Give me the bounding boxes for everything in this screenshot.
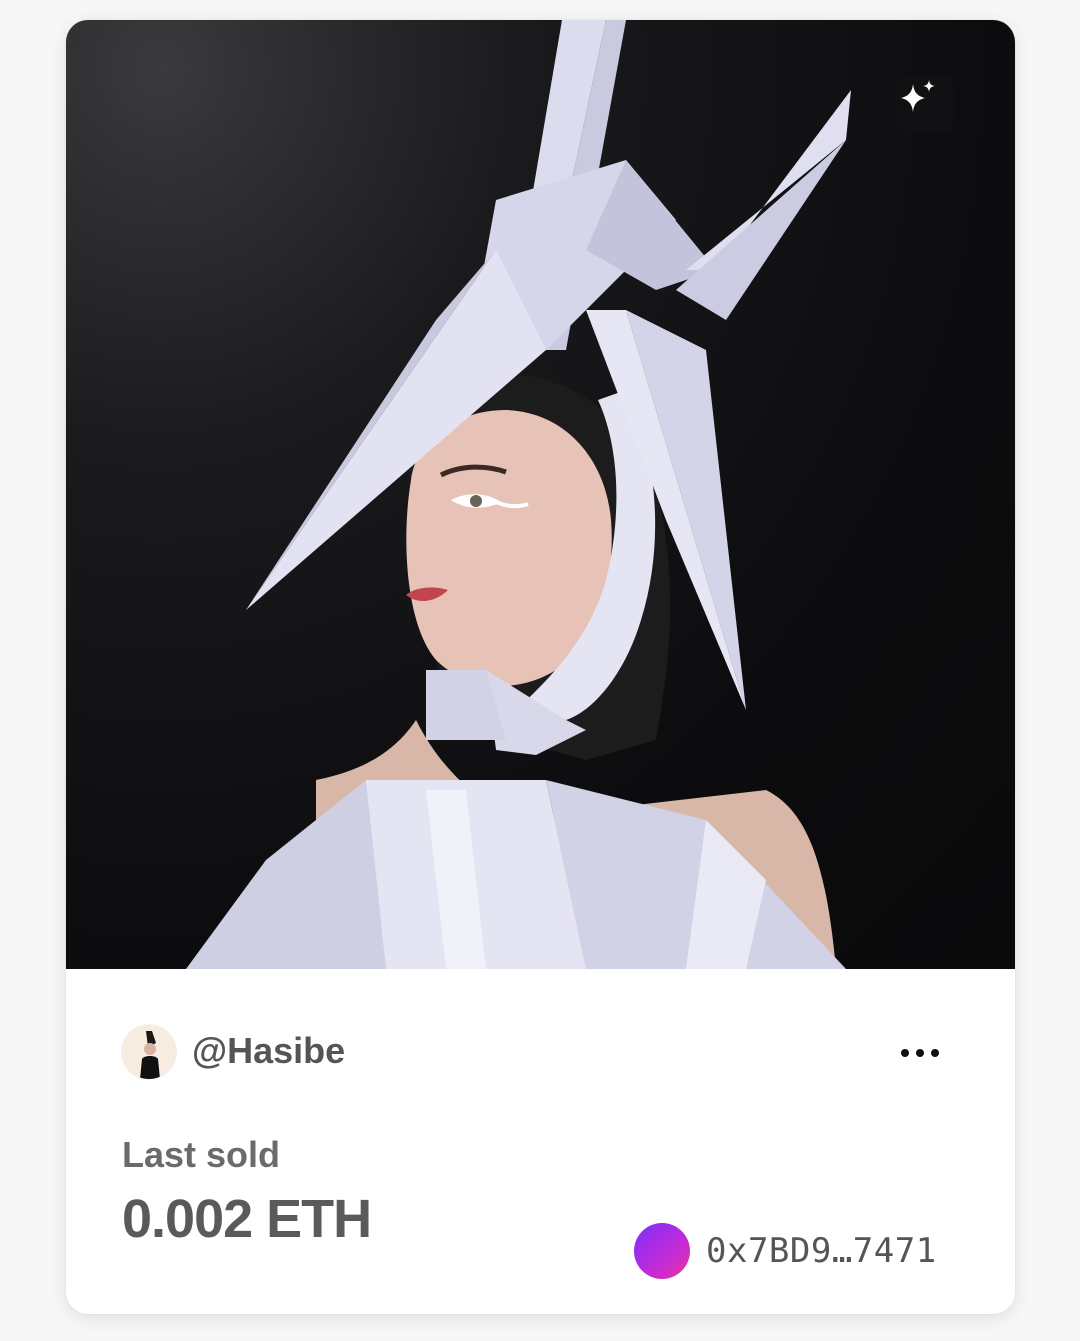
more-horizontal-icon [901,1049,909,1057]
sparkles-icon [901,80,935,112]
creator-avatar[interactable] [122,1025,176,1079]
more-options-button[interactable] [892,1035,948,1071]
owner-link[interactable]: 0x7BD9…7471 [634,1223,937,1279]
card-info: @Hasibe Last sold 0.002 ETH 0x7BD9…7471 [66,969,1015,1314]
nft-card[interactable]: @Hasibe Last sold 0.002 ETH 0x7BD9…7471 [66,20,1015,1314]
creator-username[interactable]: @Hasibe [192,1029,345,1073]
last-sold-label: Last sold [122,1134,281,1175]
owner-avatar [634,1223,690,1279]
artwork-image[interactable] [66,20,1015,969]
creator-avatar-image [122,1025,176,1079]
last-sold-price: 0.002 ETH [122,1189,372,1249]
ai-generated-badge[interactable] [895,76,953,134]
artwork-illustration [186,20,851,969]
owner-address: 0x7BD9…7471 [706,1231,937,1271]
